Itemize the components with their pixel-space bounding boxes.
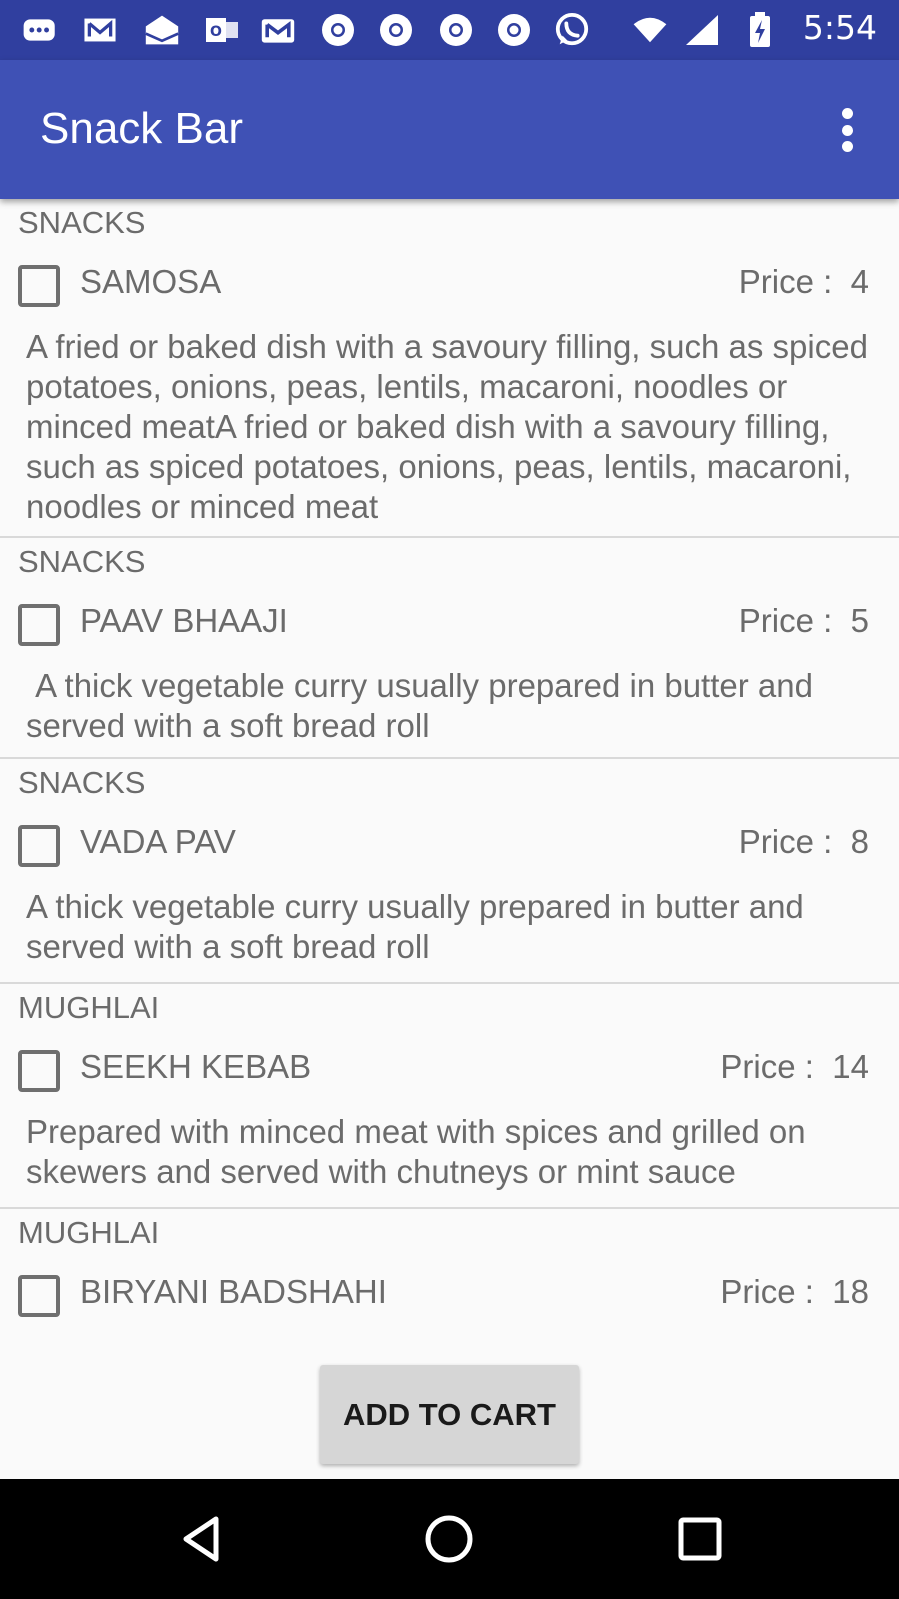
item-checkbox[interactable] bbox=[18, 1275, 60, 1317]
item-name: BIRYANI BADSHAHI bbox=[80, 1273, 387, 1310]
add-to-cart-button[interactable]: ADD TO CART bbox=[320, 1365, 579, 1464]
item-price: Price : 14 bbox=[720, 1048, 869, 1085]
item-checkbox[interactable] bbox=[18, 1050, 60, 1092]
outlook-icon: O bbox=[204, 14, 240, 46]
chrome-icon bbox=[496, 14, 532, 46]
list-item: MUGHLAI BIRYANI BADSHAHI Price : 18 bbox=[0, 1209, 899, 1349]
gmail-icon bbox=[260, 14, 296, 46]
item-category: SNACKS bbox=[18, 765, 146, 800]
item-description: A fried or baked dish with a savoury fil… bbox=[26, 328, 878, 525]
status-bar: O 5:54 bbox=[0, 0, 899, 60]
menu-list: SNACKS SAMOSA Price : 4 A fried or baked… bbox=[0, 199, 899, 1349]
item-price: Price : 5 bbox=[738, 602, 869, 639]
item-description: A thick vegetable curry usually prepared… bbox=[26, 667, 823, 744]
item-name: PAAV BHAAJI bbox=[80, 602, 288, 639]
chat-icon bbox=[22, 14, 58, 46]
item-description: Prepared with minced meat with spices an… bbox=[26, 1113, 815, 1190]
battery-icon bbox=[742, 12, 778, 47]
item-name: SAMOSA bbox=[80, 263, 222, 300]
home-icon[interactable] bbox=[423, 1513, 475, 1565]
signal-icon bbox=[684, 14, 720, 46]
item-checkbox[interactable] bbox=[18, 825, 60, 867]
item-name: SEEKH KEBAB bbox=[80, 1048, 312, 1085]
app-toolbar: Snack Bar bbox=[0, 60, 899, 199]
chrome-icon bbox=[438, 14, 474, 46]
list-item: SNACKS PAAV BHAAJI Price : 5 A thick veg… bbox=[0, 538, 899, 759]
overflow-menu-icon[interactable] bbox=[835, 108, 859, 152]
item-checkbox[interactable] bbox=[18, 265, 60, 307]
chrome-icon bbox=[320, 14, 356, 46]
item-category: MUGHLAI bbox=[18, 990, 160, 1025]
whatsapp-icon bbox=[554, 12, 590, 46]
clock-time: 5:54 bbox=[802, 8, 877, 47]
item-category: SNACKS bbox=[18, 205, 146, 240]
navigation-bar bbox=[0, 1479, 899, 1599]
item-price: Price : 18 bbox=[720, 1273, 869, 1310]
mail-icon bbox=[82, 14, 118, 46]
chrome-icon bbox=[378, 14, 414, 46]
list-item: SNACKS VADA PAV Price : 8 A thick vegeta… bbox=[0, 759, 899, 984]
svg-text:O: O bbox=[210, 24, 222, 40]
recents-icon[interactable] bbox=[674, 1513, 726, 1565]
item-category: SNACKS bbox=[18, 544, 146, 579]
item-category: MUGHLAI bbox=[18, 1215, 160, 1250]
list-item: SNACKS SAMOSA Price : 4 A fried or baked… bbox=[0, 199, 899, 538]
wifi-icon bbox=[632, 14, 668, 46]
app-title: Snack Bar bbox=[40, 104, 243, 153]
item-description: A thick vegetable curry usually prepared… bbox=[26, 888, 813, 965]
item-price: Price : 8 bbox=[738, 823, 869, 860]
item-name: VADA PAV bbox=[80, 823, 236, 860]
back-icon[interactable] bbox=[176, 1513, 228, 1565]
inbox-icon bbox=[144, 14, 180, 46]
item-price: Price : 4 bbox=[738, 263, 869, 300]
list-item: MUGHLAI SEEKH KEBAB Price : 14 Prepared … bbox=[0, 984, 899, 1209]
item-checkbox[interactable] bbox=[18, 604, 60, 646]
